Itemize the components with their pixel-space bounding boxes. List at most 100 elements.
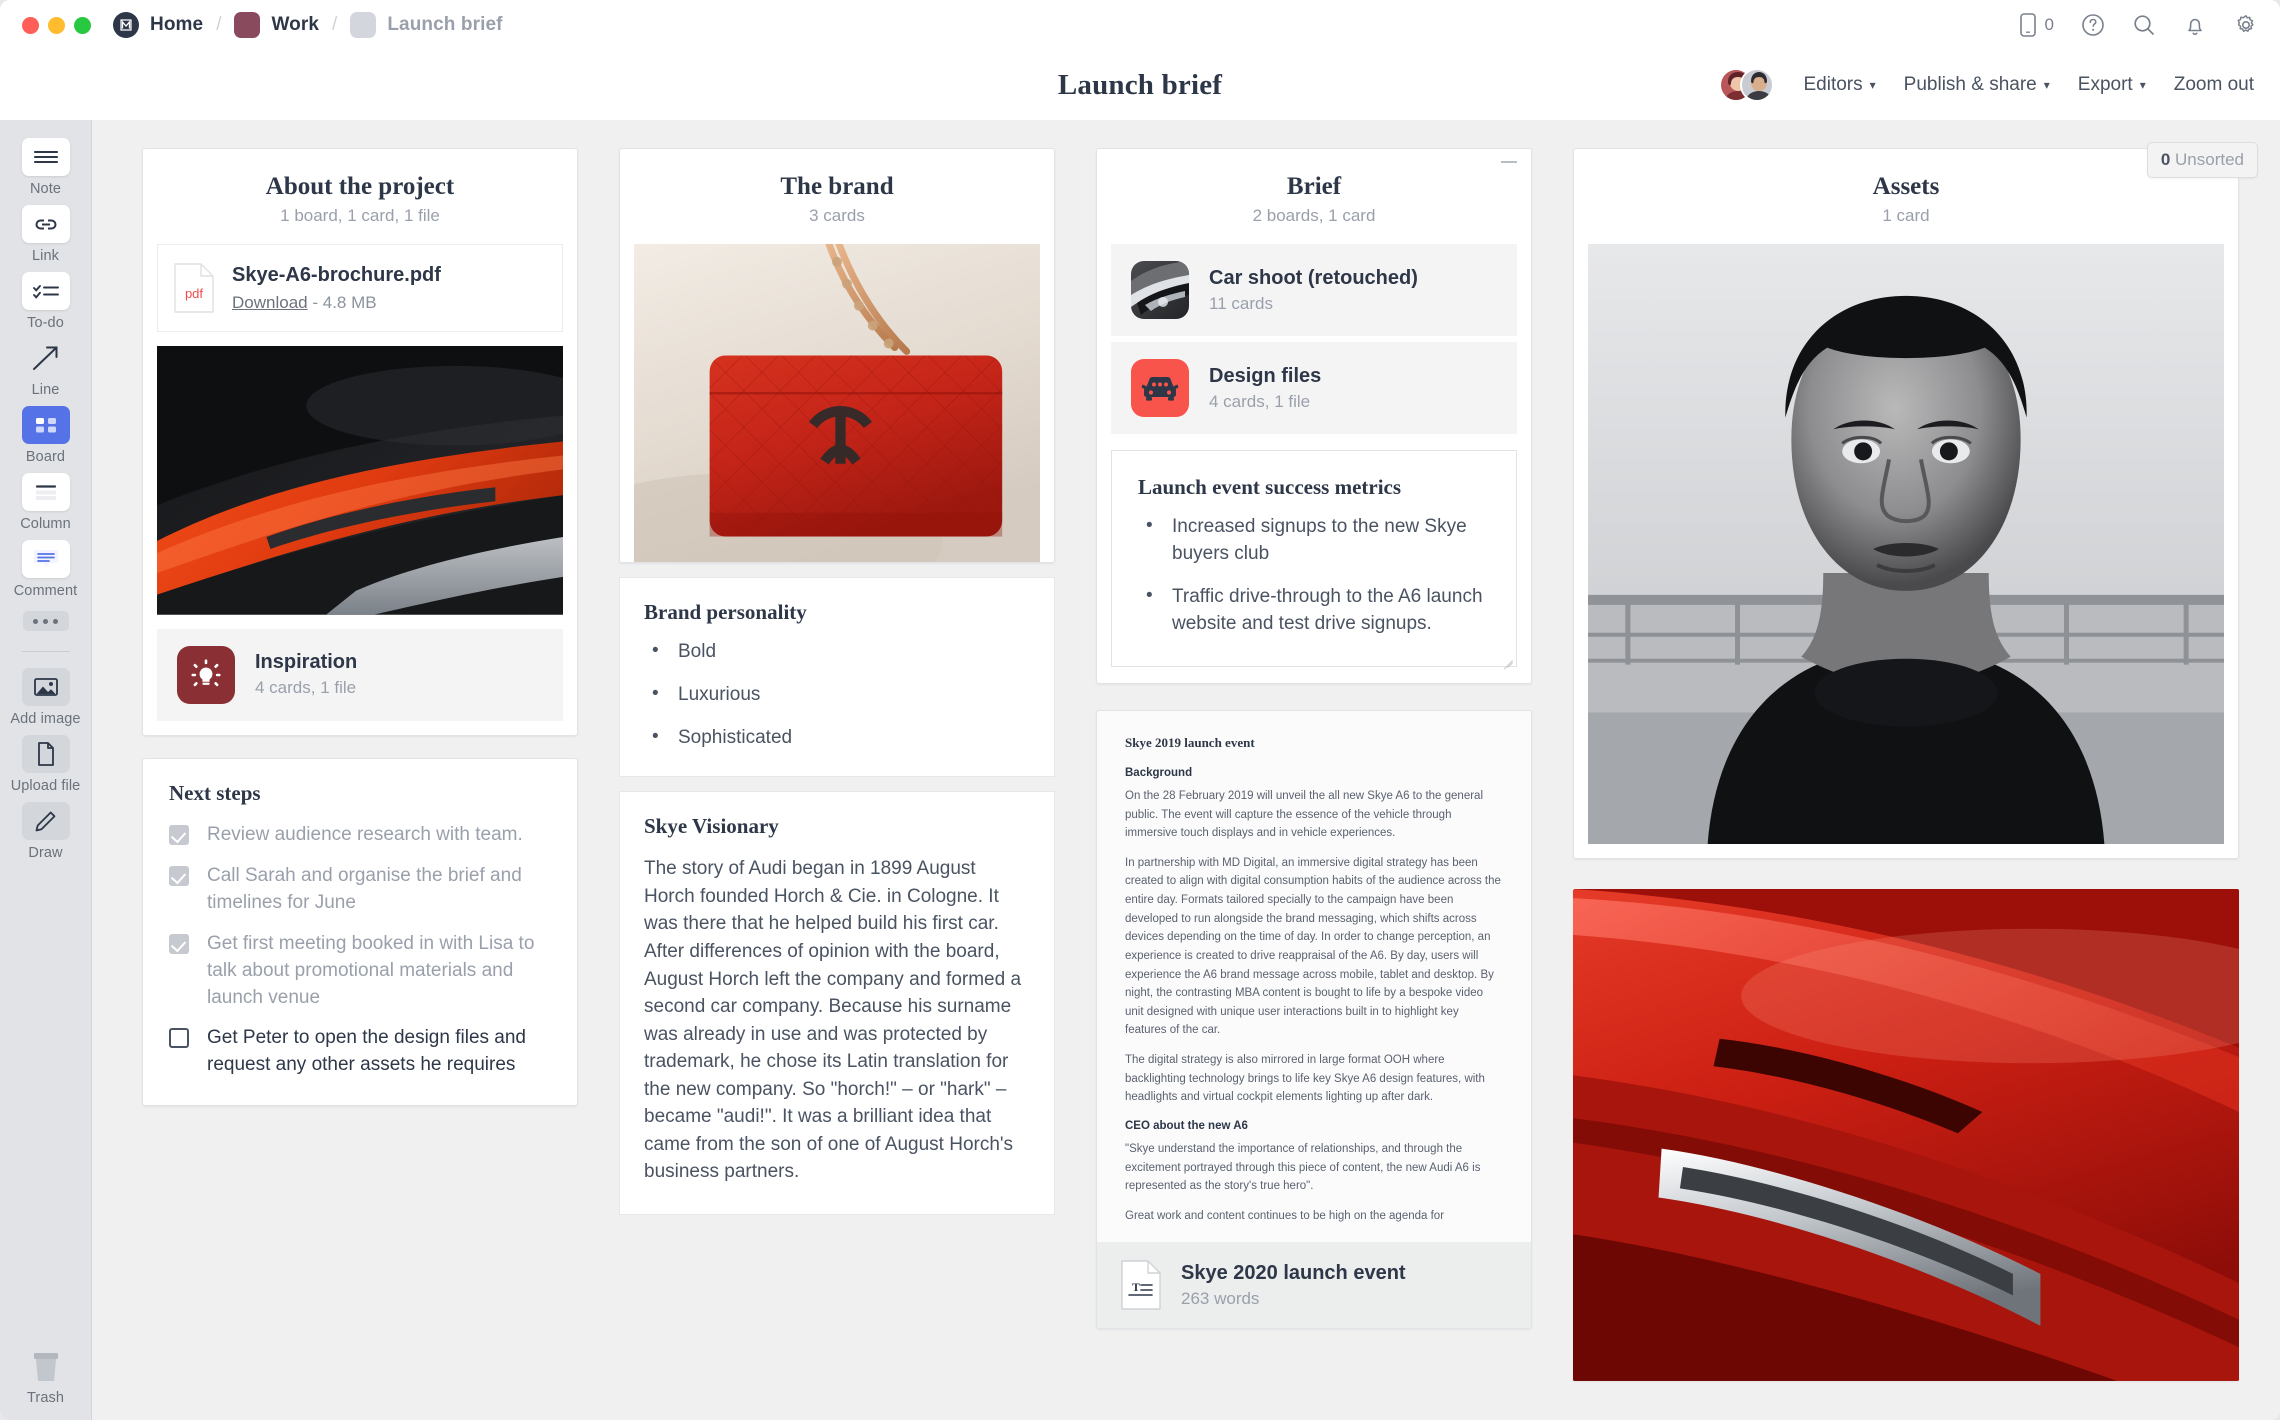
breadcrumb-label-home: Home <box>150 14 204 35</box>
editor-avatars[interactable] <box>1718 68 1774 102</box>
todo-item[interactable]: Get first meeting booked in with Lisa to… <box>169 931 551 1012</box>
pdf-file-icon: pdf <box>174 263 214 313</box>
list-item: Luxurious <box>644 681 1030 709</box>
sidebar-tool-column[interactable]: Column <box>0 473 92 532</box>
sidebar-tool-label: Line <box>31 382 60 398</box>
card-title: Launch event success metrics <box>1138 475 1402 499</box>
asset-image-card[interactable] <box>1573 889 2239 1381</box>
card-launch-event-success-metrics[interactable]: Launch event success metrics Increased s… <box>1111 450 1517 667</box>
tile-subtitle: 4 cards, 1 file <box>1209 391 1311 411</box>
sidebar-tool-draw[interactable]: Draw <box>0 802 92 861</box>
column-brief: Brief 2 boards, 1 card Car shoot (retouc… <box>1096 148 1532 1420</box>
sidebar-tool-label: Link <box>32 248 59 264</box>
board-card-brief[interactable]: Brief 2 boards, 1 card Car shoot (retouc… <box>1096 148 1532 684</box>
sidebar-divider <box>21 651 70 652</box>
export-dropdown[interactable]: Export ▾ <box>2078 74 2146 96</box>
window-controls[interactable] <box>22 16 91 34</box>
document-word-count: 263 words <box>1181 1288 1260 1308</box>
more-tools-button[interactable] <box>22 611 69 631</box>
car-front-icon <box>1131 359 1189 417</box>
tools-sidebar: Note Link To-do Line Board Column Commen… <box>0 120 92 1420</box>
board-header: Brief 2 boards, 1 card <box>1097 149 1531 244</box>
board-image-card[interactable] <box>1588 244 2224 845</box>
help-icon[interactable] <box>2081 13 2105 37</box>
add-image-icon <box>21 668 70 706</box>
file-name: Skye-A6-brochure.pdf <box>232 263 441 286</box>
card-skye-visionary[interactable]: Skye Visionary The story of Audi began i… <box>619 791 1055 1215</box>
file-attachment-row[interactable]: pdf Skye-A6-brochure.pdf Download - 4.8 … <box>157 244 563 332</box>
header-actions: Editors ▾ Publish & share ▾ Export ▾ Zoo… <box>1718 50 2254 120</box>
unsorted-count: 0 <box>2160 150 2171 169</box>
sidebar-tool-label: Column <box>20 516 71 532</box>
board-tile-design-files[interactable]: Design files 4 cards, 1 file <box>1111 342 1517 434</box>
card-brand-personality[interactable]: Brand personality Bold Luxurious Sophist… <box>619 577 1055 778</box>
checkbox-checked-icon[interactable] <box>169 933 189 954</box>
unsorted-badge[interactable]: 0 Unsorted <box>2146 142 2258 178</box>
sidebar-tool-comment[interactable]: Comment <box>0 540 92 599</box>
sidebar-tool-line[interactable]: Line <box>0 339 92 398</box>
dot-icon <box>43 618 48 624</box>
todo-text: Get first meeting booked in with Lisa to… <box>207 932 535 1008</box>
upload-file-icon <box>21 735 70 773</box>
search-icon[interactable] <box>2132 13 2156 37</box>
sidebar-tool-upload-file[interactable]: Upload file <box>0 735 92 794</box>
board-card-assets[interactable]: Assets 1 card <box>1573 148 2239 860</box>
sidebar-tool-board[interactable]: Board <box>0 406 92 465</box>
card-title: Brand personality <box>644 600 807 625</box>
settings-gear-icon[interactable] <box>2234 13 2258 37</box>
board-image-card[interactable] <box>157 346 563 615</box>
notifications-bell-icon[interactable] <box>2183 13 2207 37</box>
trash-button[interactable]: Trash <box>27 1349 65 1406</box>
chevron-down-icon: ▾ <box>2043 78 2050 92</box>
board-card-about[interactable]: About the project 1 board, 1 card, 1 fil… <box>142 148 578 736</box>
mobile-icon[interactable]: 0 <box>2017 12 2054 38</box>
svg-text:T: T <box>1132 1280 1140 1294</box>
document-card-skye-2020-launch-event[interactable]: Skye 2019 launch event Background On the… <box>1096 709 1532 1330</box>
milanote-logo-icon <box>113 12 139 38</box>
sidebar-tool-todo[interactable]: To-do <box>0 272 92 331</box>
breadcrumb-item-launch-brief[interactable]: Launch brief <box>350 12 502 38</box>
sidebar-tool-label: Board <box>25 449 66 465</box>
breadcrumb-label-launch-brief: Launch brief <box>387 14 503 35</box>
checkbox-checked-icon[interactable] <box>169 865 189 886</box>
todo-item[interactable]: Get Peter to open the design files and r… <box>169 1025 551 1079</box>
todo-card-next-steps[interactable]: Next steps Review audience research with… <box>142 757 578 1107</box>
breadcrumb-item-work[interactable]: Work <box>234 12 319 38</box>
list-item: Traffic drive-through to the A6 launch w… <box>1138 583 1490 638</box>
board-tile-car-shoot[interactable]: Car shoot (retouched) 11 cards <box>1111 244 1517 336</box>
dot-icon <box>33 618 38 624</box>
zoom-out-button[interactable]: Zoom out <box>2174 74 2254 96</box>
board-canvas[interactable]: 0 Unsorted About the project 1 board, 1 … <box>92 120 2280 1420</box>
breadcrumb-item-home[interactable]: Home <box>113 12 203 38</box>
document-footer[interactable]: T Skye 2020 launch event 263 words <box>1097 1242 1531 1329</box>
tile-subtitle: 4 cards, 1 file <box>255 678 357 698</box>
checkbox-checked-icon[interactable] <box>169 824 189 845</box>
checkbox-unchecked-icon[interactable] <box>169 1028 189 1049</box>
board-tile-inspiration[interactable]: Inspiration 4 cards, 1 file <box>157 628 563 721</box>
comment-icon <box>21 540 70 578</box>
sidebar-tool-link[interactable]: Link <box>0 205 92 264</box>
board-subtitle: 1 board, 1 card, 1 file <box>280 206 440 225</box>
publish-share-dropdown[interactable]: Publish & share ▾ <box>1904 74 2050 96</box>
download-link[interactable]: Download <box>232 293 308 312</box>
minimize-window-button[interactable] <box>48 16 65 34</box>
board-header: About the project 1 board, 1 card, 1 fil… <box>143 149 577 244</box>
document-header: Launch brief Editors ▾ Publish & share ▾… <box>0 50 2280 120</box>
sidebar-tool-add-image[interactable]: Add image <box>0 668 92 727</box>
board-image-card[interactable] <box>634 244 1040 563</box>
title-bar: Home / Work / Launch brief 0 <box>0 0 2280 50</box>
avatar <box>1739 68 1774 102</box>
card-body: The story of Audi began in 1899 August H… <box>644 858 1022 1183</box>
sidebar-tool-note[interactable]: Note <box>0 138 92 197</box>
list-item: Sophisticated <box>644 724 1030 752</box>
close-window-button[interactable] <box>22 16 39 34</box>
board-card-the-brand[interactable]: The brand 3 cards <box>619 148 1055 564</box>
todo-item[interactable]: Call Sarah and organise the brief and ti… <box>169 863 551 917</box>
minimize-board-button[interactable] <box>1501 161 1517 163</box>
board-subtitle: 2 boards, 1 card <box>1252 206 1376 225</box>
maximize-window-button[interactable] <box>74 16 91 34</box>
tile-text: Inspiration 4 cards, 1 file <box>255 651 357 698</box>
editors-dropdown[interactable]: Editors ▾ <box>1804 74 1876 96</box>
todo-item[interactable]: Review audience research with team. <box>169 822 551 849</box>
resize-handle[interactable] <box>1501 651 1513 663</box>
